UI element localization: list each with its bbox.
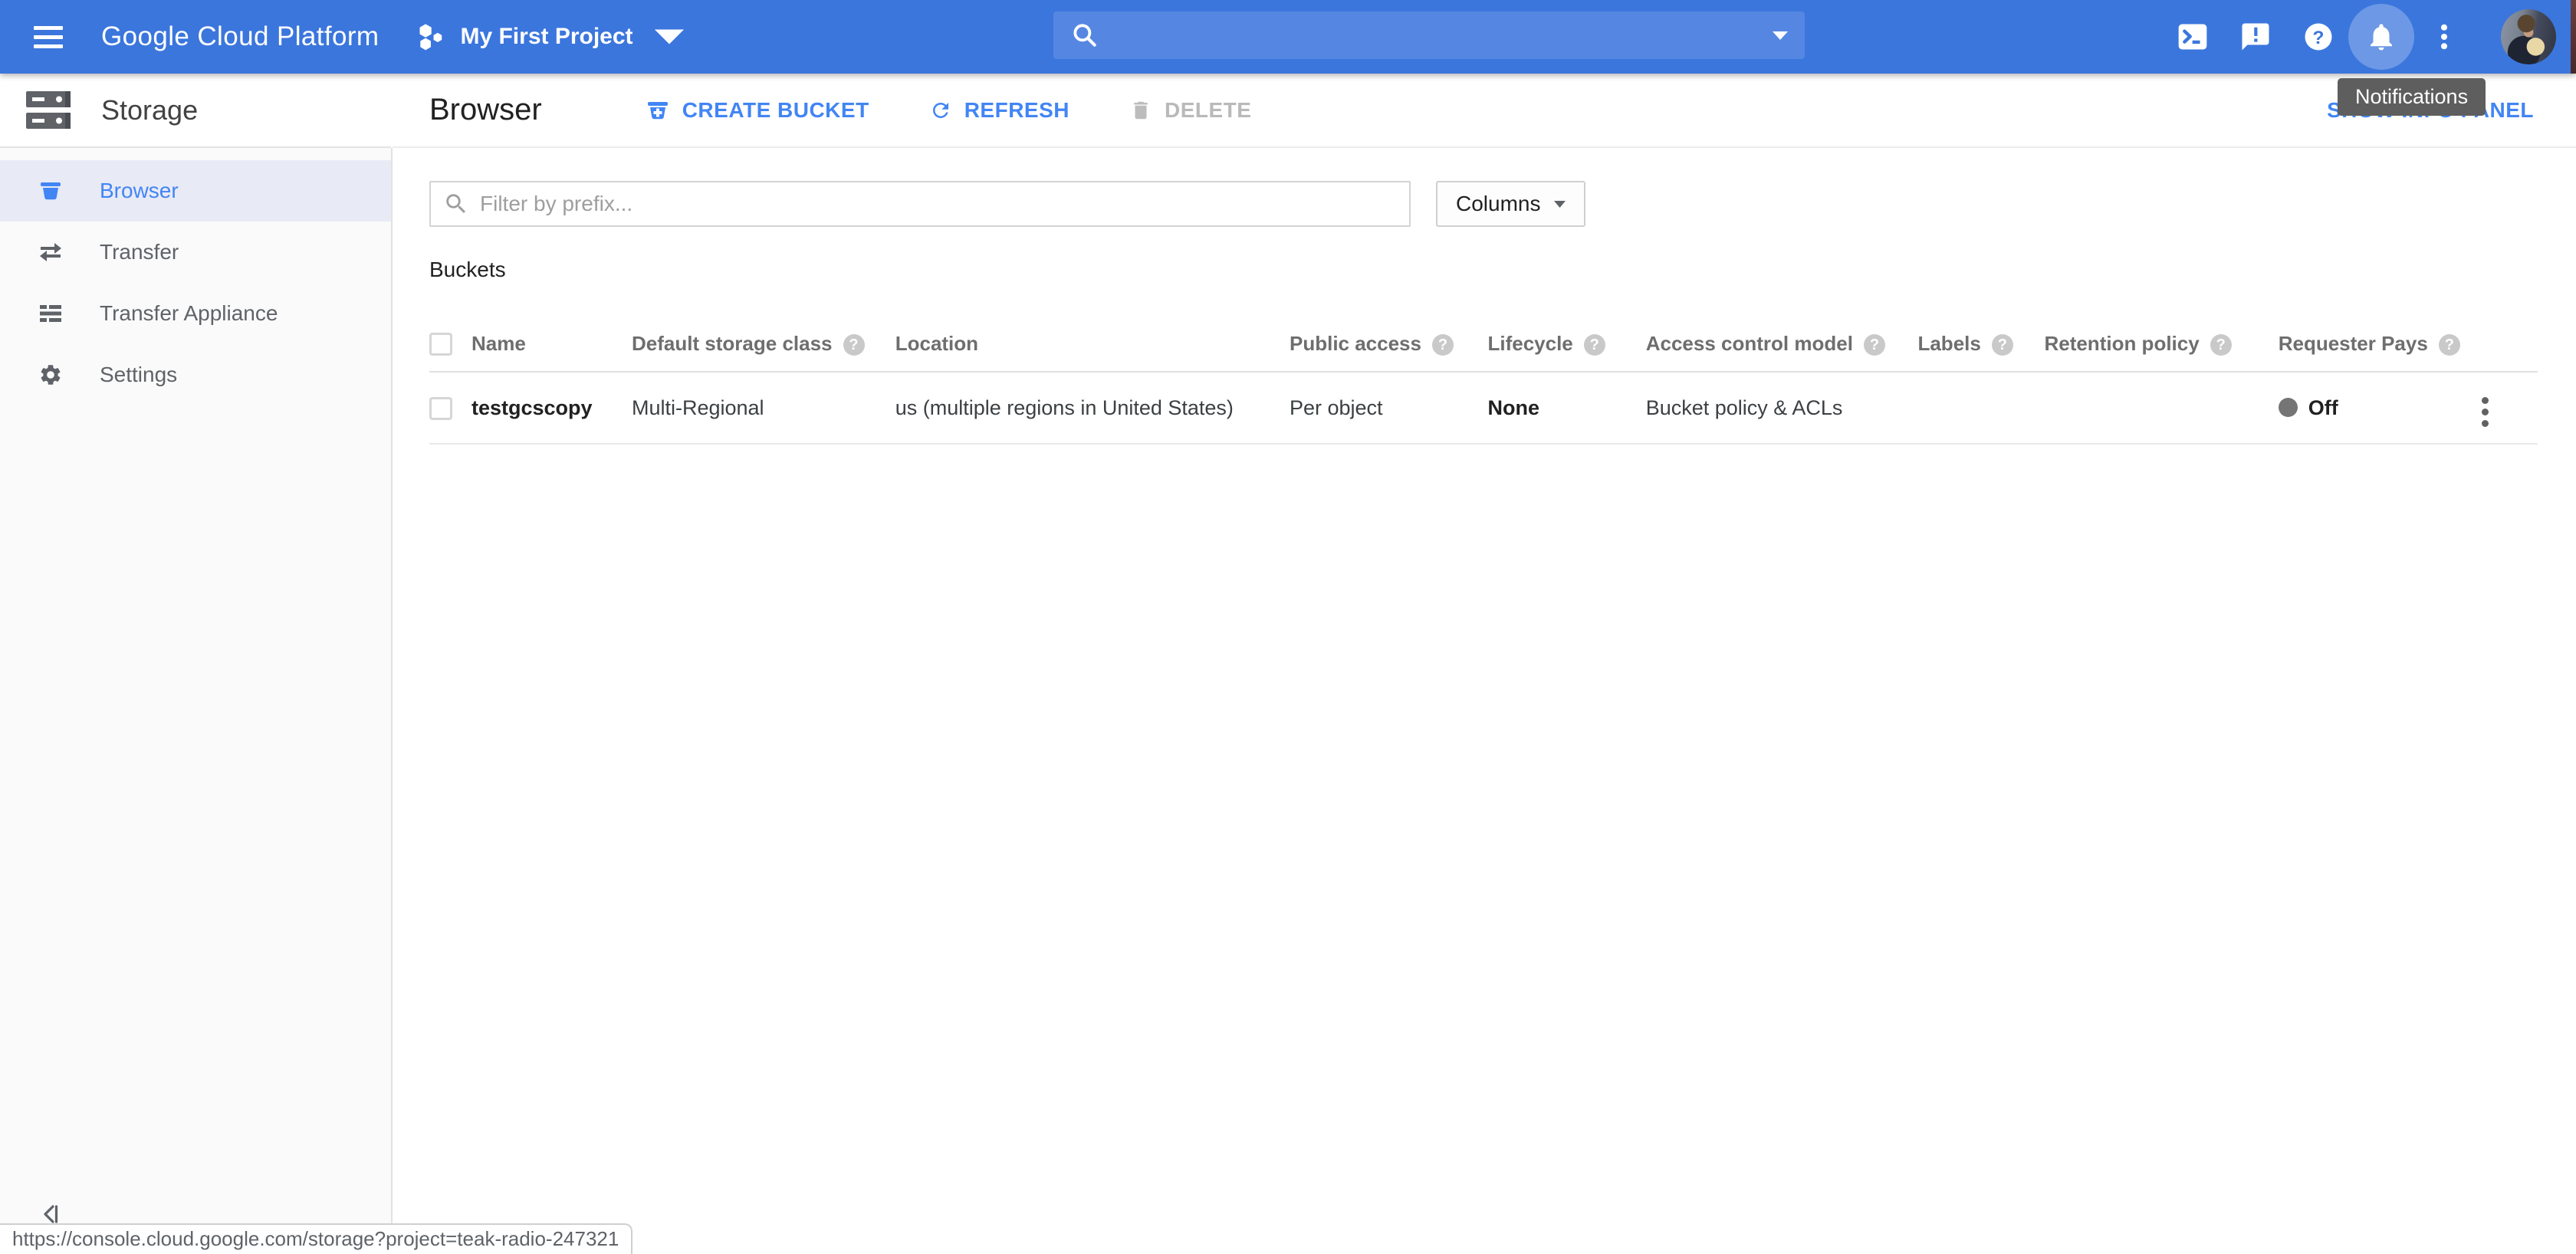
user-avatar[interactable] (2501, 9, 2556, 64)
appbar-actions: ? (2174, 0, 2556, 74)
help-icon[interactable]: ? (1992, 334, 2013, 356)
cell-public_access: Per object (1290, 372, 1488, 444)
svg-text:?: ? (2313, 28, 2325, 48)
help-button[interactable]: ? (2300, 18, 2337, 55)
cell-storage_class: Multi-Regional (632, 372, 895, 444)
requester-pays-dot (2279, 398, 2298, 417)
product-logo: Google Cloud Platform (101, 21, 379, 52)
help-icon[interactable]: ? (1584, 334, 1605, 356)
notifications-tooltip: Notifications (2338, 78, 2486, 116)
column-header-labels[interactable]: Labels? (1917, 314, 2044, 372)
column-header-retention[interactable]: Retention policy? (2044, 314, 2278, 372)
filter-search-icon (443, 191, 469, 217)
column-header-menu (2474, 314, 2538, 372)
create-bucket-button[interactable]: CREATE BUCKET (646, 98, 869, 123)
help-icon: ? (2302, 21, 2334, 53)
sidebar-item-label: Transfer Appliance (100, 301, 278, 326)
browser-status-bar: https://console.cloud.google.com/storage… (0, 1223, 632, 1254)
toolbar: Browser CREATE BUCKET REFRESH DELETE SHO… (393, 74, 2576, 148)
trash-icon (1129, 99, 1152, 122)
help-icon[interactable]: ? (843, 334, 865, 356)
sidebar: Storage Browser Transfer (0, 74, 391, 1254)
filter-row: Columns (429, 181, 2538, 227)
cell-labels (1917, 372, 2044, 444)
column-header-public_access[interactable]: Public access? (1290, 314, 1488, 372)
table-body: testgcscopyMulti-Regionalus (multiple re… (429, 372, 2538, 444)
select-all-header-cell (429, 314, 472, 372)
chevron-down-icon (653, 21, 685, 53)
app-bar: Google Cloud Platform My First Project (0, 0, 2576, 74)
cell-lifecycle: None (1487, 372, 1645, 444)
help-icon[interactable]: ? (1864, 334, 1885, 356)
columns-caret-icon (1554, 201, 1566, 208)
more-options-button[interactable] (2426, 18, 2463, 55)
help-icon[interactable]: ? (2210, 334, 2232, 356)
search-dropdown-caret-icon[interactable] (1773, 31, 1788, 40)
cloud-shell-icon (2176, 20, 2210, 54)
filter-box[interactable] (429, 181, 1411, 227)
column-header-lifecycle[interactable]: Lifecycle? (1487, 314, 1645, 372)
bucket-row[interactable]: testgcscopyMulti-Regionalus (multiple re… (429, 372, 2538, 444)
sidebar-title: Storage (101, 94, 198, 126)
cell-location: us (multiple regions in United States) (895, 372, 1290, 444)
column-header-location[interactable]: Location (895, 314, 1290, 372)
select-all-checkbox[interactable] (429, 333, 452, 356)
refresh-icon (929, 99, 952, 122)
delete-button[interactable]: DELETE (1129, 98, 1251, 123)
column-header-storage_class[interactable]: Default storage class? (632, 314, 895, 372)
page-title: Browser (429, 93, 542, 127)
columns-button[interactable]: Columns (1436, 181, 1585, 227)
buckets-table: NameDefault storage class?LocationPublic… (429, 314, 2538, 445)
cell-access_control: Bucket policy & ACLs (1646, 372, 1918, 444)
sidebar-header: Storage (0, 74, 391, 148)
sidebar-item-label: Transfer (100, 240, 179, 264)
bucket-icon (38, 179, 63, 203)
column-header-name[interactable]: Name (472, 314, 632, 372)
cell-requester_pays: Off (2279, 372, 2475, 444)
kebab-menu-icon (2428, 21, 2460, 53)
row-checkbox[interactable] (429, 397, 452, 420)
sidebar-item-browser[interactable]: Browser (0, 160, 391, 222)
feedback-icon (2239, 21, 2272, 53)
feedback-button[interactable] (2237, 18, 2274, 55)
search-icon (1070, 21, 1099, 50)
storage-product-icon (25, 88, 74, 133)
project-name: My First Project (460, 24, 632, 50)
column-header-requester_pays[interactable]: Requester Pays? (2279, 314, 2475, 372)
notifications-bell-icon (2365, 21, 2397, 53)
cell-name[interactable]: testgcscopy (472, 372, 632, 444)
sidebar-nav: Browser Transfer Transfer Appliance (0, 148, 391, 405)
sidebar-item-settings[interactable]: Settings (0, 344, 391, 405)
cloud-shell-button[interactable] (2174, 18, 2211, 55)
transfer-arrows-icon (38, 240, 63, 264)
row-menu-cell (2474, 372, 2538, 444)
refresh-button[interactable]: REFRESH (929, 98, 1070, 123)
column-header-access_control[interactable]: Access control model? (1646, 314, 1918, 372)
sidebar-item-transfer-appliance[interactable]: Transfer Appliance (0, 283, 391, 344)
transfer-appliance-icon (38, 301, 63, 326)
main-content: Browser CREATE BUCKET REFRESH DELETE SHO… (393, 74, 2576, 1254)
notifications-button[interactable] (2363, 18, 2400, 55)
screen-edge-artifact (2571, 0, 2576, 74)
gear-icon (38, 363, 63, 387)
sidebar-item-label: Settings (100, 363, 177, 387)
buckets-section-label: Buckets (429, 258, 2576, 282)
sidebar-item-label: Browser (100, 179, 179, 203)
project-hexagons-icon (416, 21, 448, 53)
create-bucket-icon (646, 98, 670, 123)
help-icon[interactable]: ? (2439, 334, 2460, 356)
filter-input[interactable] (480, 192, 1397, 216)
hamburger-menu-icon[interactable] (34, 21, 69, 52)
project-selector[interactable]: My First Project (416, 21, 685, 53)
row-kebab-menu-icon[interactable] (2474, 394, 2496, 430)
help-icon[interactable]: ? (1432, 334, 1454, 356)
appbar-search[interactable] (1053, 11, 1805, 59)
cell-retention (2044, 372, 2278, 444)
sidebar-item-transfer[interactable]: Transfer (0, 222, 391, 283)
appbar-search-input[interactable] (1110, 23, 1773, 48)
table-header-row: NameDefault storage class?LocationPublic… (429, 314, 2538, 372)
row-checkbox-cell (429, 372, 472, 444)
